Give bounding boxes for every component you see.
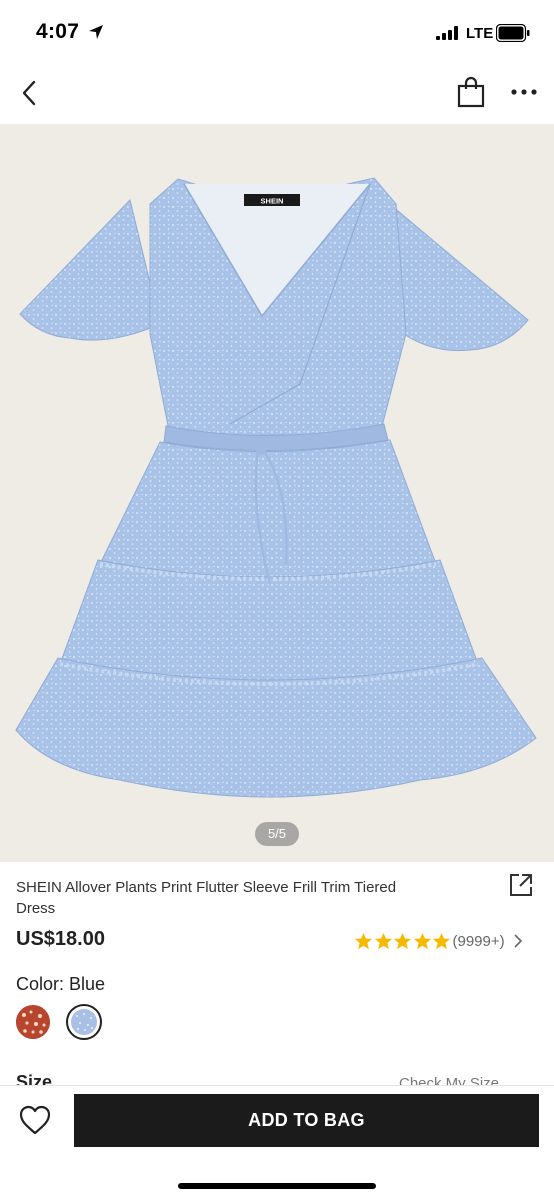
brand-tag: SHEIN: [261, 197, 284, 206]
nav-bar: [0, 62, 554, 124]
battery-icon: [496, 24, 530, 42]
dot-pattern-icon: [76, 1013, 93, 1031]
dress-image: SHEIN: [15, 177, 537, 798]
chevron-right-icon: [514, 934, 522, 948]
floral-pattern-icon: [16, 1005, 50, 1039]
product-image-gallery[interactable]: SHEIN 5/5: [0, 124, 554, 862]
image-page-indicator: 5/5: [255, 822, 299, 846]
product-price: US$18.00: [16, 928, 105, 950]
star-icon: [374, 932, 392, 949]
status-time: 4:07: [36, 20, 80, 43]
carrier-label: LTE: [466, 25, 494, 42]
star-icon: [354, 932, 373, 949]
status-bar: 4:07 LTE: [0, 0, 554, 62]
color-swatch-red-floral[interactable]: [16, 1005, 50, 1039]
share-icon[interactable]: [508, 872, 534, 898]
shopping-bag-icon[interactable]: [456, 76, 486, 108]
home-indicator: [178, 1183, 376, 1189]
color-swatch-blue-selected[interactable]: [66, 1004, 102, 1040]
size-label: Size: [16, 1072, 53, 1086]
heart-icon[interactable]: [18, 1104, 52, 1136]
color-swatch-blue: [71, 1009, 97, 1035]
more-dots-icon[interactable]: [508, 82, 540, 102]
add-to-bag-button[interactable]: ADD TO BAG: [74, 1094, 539, 1147]
star-icon: [413, 932, 431, 949]
bottom-action-bar: ADD TO BAG: [0, 1085, 554, 1200]
rating-stars: [354, 932, 452, 951]
product-title: SHEIN Allover Plants Print Flutter Sleev…: [16, 879, 397, 917]
review-count: (9999+): [452, 932, 505, 950]
star-icon: [432, 932, 451, 949]
star-icon: [393, 932, 412, 949]
chevron-left-icon[interactable]: [16, 78, 44, 108]
signal-icon: [436, 26, 458, 40]
rating-summary[interactable]: (9999+): [354, 930, 525, 952]
color-label: Color: Blue: [16, 974, 106, 994]
location-arrow-icon: [89, 25, 103, 39]
